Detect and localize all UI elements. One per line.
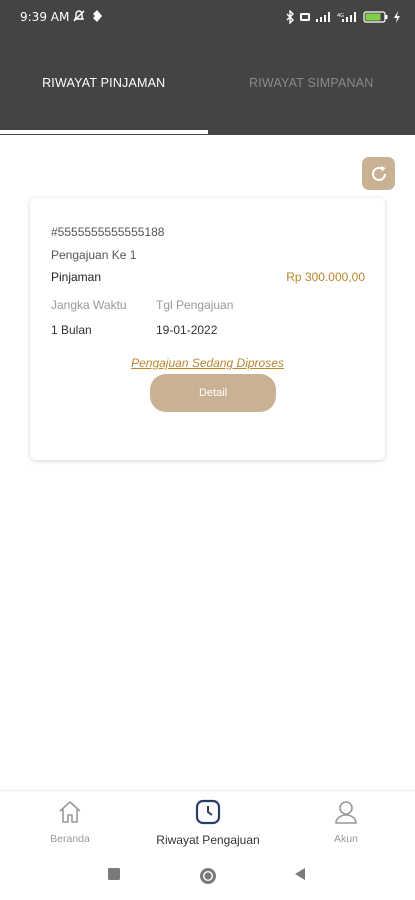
- home-system-icon[interactable]: [198, 866, 218, 886]
- nav-beranda[interactable]: Beranda: [40, 799, 100, 845]
- tab-bar: RIWAYAT PINJAMAN RIWAYAT SIMPANAN: [0, 60, 415, 108]
- user-icon: [335, 801, 357, 824]
- loan-id: #5555555555555188: [51, 225, 165, 239]
- svg-text:4G: 4G: [337, 13, 344, 19]
- nav-riwayat-pengajuan[interactable]: Riwayat Pengajuan: [148, 799, 268, 847]
- app-notification-icon: [93, 10, 102, 22]
- status-left-icons: [72, 9, 104, 23]
- submission-number: Pengajuan Ke 1: [51, 248, 137, 262]
- term-label: Jangka Waktu: [51, 298, 127, 312]
- date-value: 19-01-2022: [156, 323, 218, 337]
- loan-amount: Rp 300.000,00: [286, 270, 365, 284]
- battery-icon: [363, 11, 388, 23]
- nav-akun-label: Akun: [334, 833, 358, 845]
- signal-icon: [316, 12, 330, 22]
- back-icon[interactable]: [292, 866, 308, 882]
- bluetooth-icon: [286, 10, 294, 24]
- term-value: 1 Bulan: [51, 323, 92, 337]
- loan-type: Pinjaman: [51, 270, 102, 284]
- tab-riwayat-simpanan[interactable]: RIWAYAT SIMPANAN: [208, 60, 415, 108]
- status-time: 9:39 AM: [20, 10, 70, 24]
- status-link[interactable]: Pengajuan Sedang Diproses: [30, 356, 385, 370]
- bottom-nav: Beranda Riwayat Pengajuan Akun: [0, 790, 415, 850]
- status-bar: 9:39 AM 4G: [0, 0, 415, 36]
- loan-card: #5555555555555188 Pengajuan Ke 1 Pinjama…: [30, 198, 385, 460]
- history-icon: [195, 799, 221, 825]
- refresh-icon: [371, 165, 386, 181]
- charging-icon: [394, 11, 400, 23]
- refresh-button[interactable]: [362, 157, 395, 190]
- tab-riwayat-pinjaman[interactable]: RIWAYAT PINJAMAN: [0, 60, 208, 108]
- status-icons: 4G: [285, 10, 401, 24]
- nav-beranda-label: Beranda: [50, 833, 90, 845]
- system-nav-bar: [0, 850, 415, 900]
- recent-apps-icon[interactable]: [106, 866, 122, 882]
- sim-icon: [300, 13, 310, 21]
- signal-icon-2: 4G: [337, 12, 356, 22]
- date-label: Tgl Pengajuan: [156, 298, 234, 312]
- nav-akun[interactable]: Akun: [318, 799, 374, 845]
- detail-button[interactable]: Detail: [150, 374, 276, 412]
- tab-indicator: [0, 130, 208, 134]
- notification-off-icon: [73, 10, 85, 22]
- nav-riwayat-label: Riwayat Pengajuan: [156, 833, 260, 847]
- home-icon: [59, 801, 81, 823]
- app-header: 9:39 AM 4G RIWAYAT PINJAMAN RIWAYAT SIMP…: [0, 0, 415, 135]
